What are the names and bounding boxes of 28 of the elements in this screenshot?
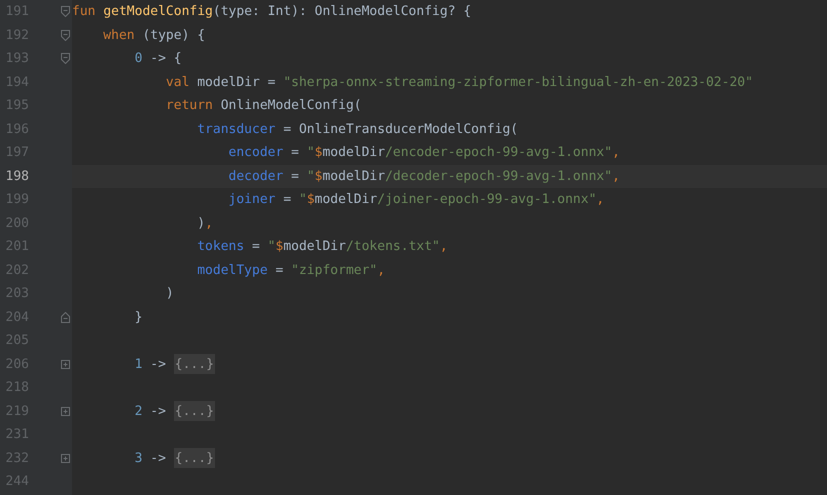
code-text: joiner = "$modelDir/joiner-epoch-99-avg-1.onnx", (228, 192, 604, 208)
code-text: return OnlineModelConfig( (164, 98, 362, 114)
fold-icon[interactable] (60, 30, 70, 41)
code-text: 2 -> (134, 404, 167, 419)
fold-icon[interactable] (60, 53, 70, 64)
code-text: transducer = OnlineTransducerModelConfig( (196, 122, 518, 137)
code-text: ), (196, 216, 213, 231)
fold-icon[interactable] (60, 6, 70, 18)
code-text: when (type) { (102, 28, 206, 43)
code-text: } (134, 310, 142, 325)
expand-icon[interactable] (60, 454, 70, 463)
code-text: 0 -> { (134, 51, 182, 66)
folded-code[interactable]: {...} (174, 448, 215, 468)
code-text: modelType = "zipformer", (196, 262, 386, 278)
folded-code[interactable]: {...} (174, 354, 215, 374)
code-text: fun getModelConfig(type: Int): OnlineModelConfig? { (72, 4, 472, 20)
code-text: 1 -> (134, 356, 167, 372)
expand-icon[interactable] (60, 406, 70, 416)
folded-code[interactable]: {...} (174, 401, 215, 422)
code-text: val modelDir = "sherpa-onnx-streaming-zipformer-bilingual-zh-en-2023-02-20" (164, 74, 753, 90)
code-text: 3 -> (134, 450, 167, 466)
fold-icon[interactable] (60, 312, 70, 323)
code-text: encoder = "$modelDir/encoder-epoch-99-avg-1.onnx", (228, 145, 620, 160)
code-text: tokens = "$modelDir/tokens.txt", (196, 239, 448, 254)
expand-icon[interactable] (60, 360, 70, 369)
code-text: ) (164, 286, 174, 302)
code-text: decoder = "$modelDir/decoder-epoch-99-avg-1.onnx", (228, 168, 620, 184)
line-number: 198 (4, 168, 29, 184)
